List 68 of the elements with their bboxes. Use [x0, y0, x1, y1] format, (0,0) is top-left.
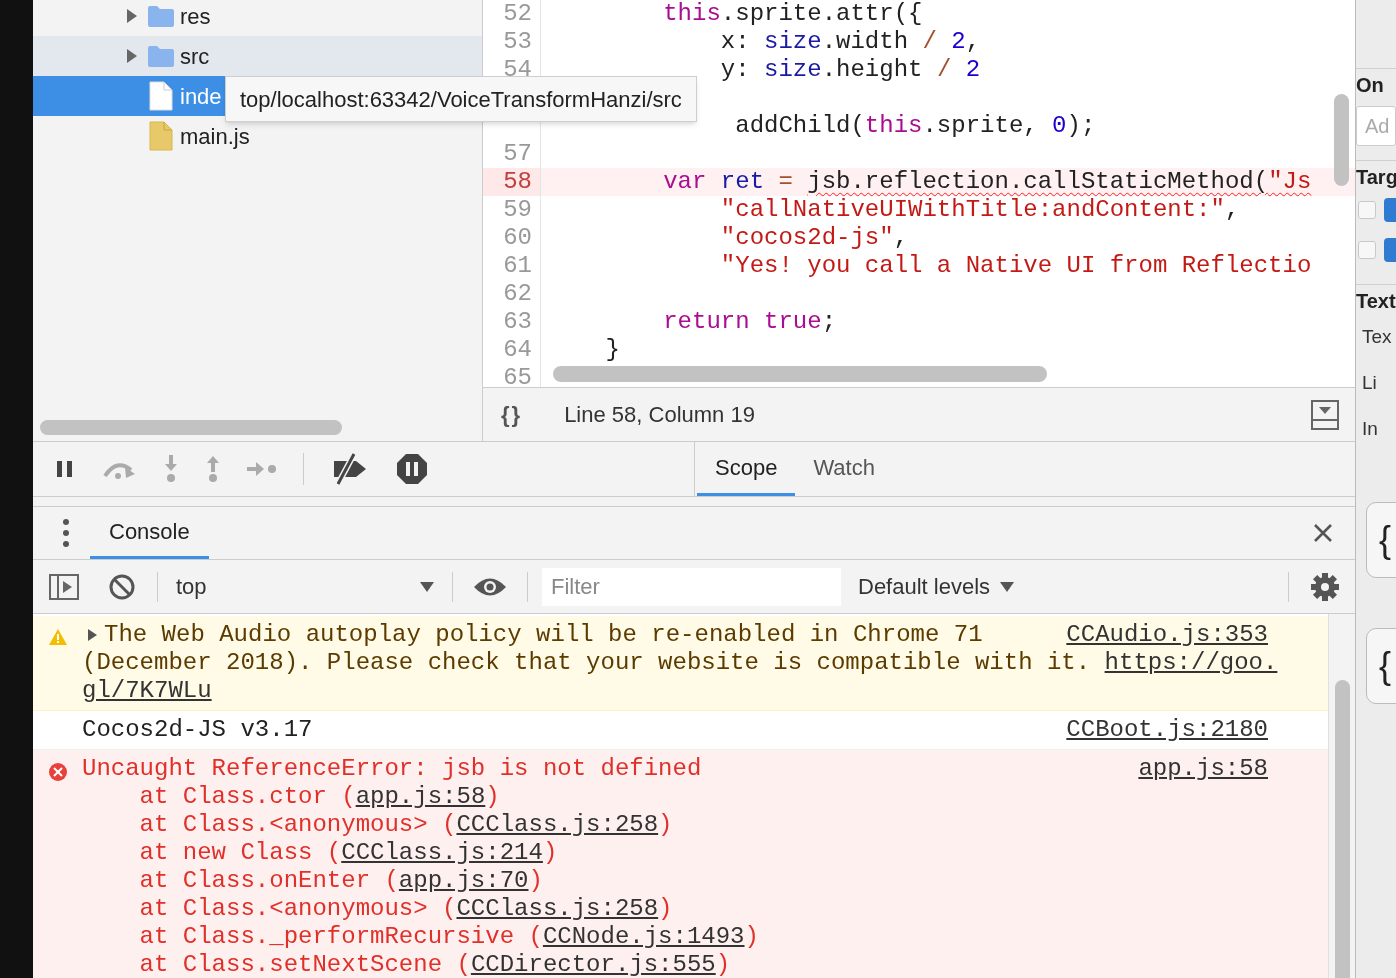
code-text: .sprite,	[922, 112, 1039, 139]
message-text: The Web Audio autoplay policy will be re-enabled in Chrome 71	[104, 620, 983, 650]
message-text: )	[658, 810, 673, 840]
code-text: ,	[1224, 196, 1240, 223]
line-number: 57	[503, 140, 532, 168]
message-text: at Class.<anonymous> (	[138, 810, 457, 840]
code-text: }	[604, 336, 620, 363]
line-number: 62	[503, 280, 532, 308]
code-text: .height	[821, 56, 924, 83]
code-text: return true	[662, 308, 822, 335]
cursor-position: Line 58, Column 19	[564, 401, 755, 430]
line-number: 59	[503, 196, 532, 224]
code-text: "Yes! you call a Native UI from Reflectio	[719, 252, 1312, 279]
message-text: at Class.setNextScene (	[138, 950, 471, 978]
code-text: 2	[965, 56, 981, 83]
code-text: var	[662, 168, 708, 195]
code-text: y:	[719, 56, 751, 83]
property-label: In	[1361, 416, 1379, 441]
message-text: )	[744, 922, 759, 952]
message-text: at Class._performRecursive (	[138, 922, 543, 952]
code-text: ret	[720, 168, 766, 195]
message-text: Cocos2d-JS v3.17	[82, 715, 313, 745]
line-number: 58	[503, 168, 532, 196]
code-text: "callNativeUIWithTitle:andContent:"	[719, 196, 1225, 223]
code-text: ,	[893, 224, 909, 251]
property-label: Tex	[1361, 324, 1393, 349]
url-tooltip: top/localhost:63342/VoiceTransformHanzi/src	[225, 76, 697, 122]
code-text: /	[922, 28, 938, 55]
message-text: )	[658, 894, 673, 924]
line-number: 64	[503, 336, 532, 364]
code-text: ;	[821, 308, 837, 335]
message-text: (December 2018). Please check that your website is compatible with it.	[82, 648, 1092, 678]
message-text: )	[715, 950, 731, 978]
code-text: =	[778, 168, 794, 195]
code-text: );	[1066, 112, 1096, 139]
code-text: ,	[965, 28, 981, 55]
line-number: 52	[503, 0, 532, 28]
code-text: "Js	[1268, 168, 1312, 195]
code-text: jsb.reflection.callStaticMethod(	[807, 168, 1269, 195]
code-text: "cocos2d-js"	[719, 224, 894, 251]
code-text: this	[662, 0, 721, 27]
code-text: this	[864, 112, 923, 139]
section-heading: On	[1356, 68, 1396, 98]
line-number: 63	[503, 308, 532, 336]
line-number: 60	[503, 224, 532, 252]
code-text: 0	[1052, 112, 1067, 139]
line-number: 61	[503, 252, 532, 280]
code-text: size	[764, 56, 822, 83]
line-number: 65	[503, 364, 532, 388]
code-text: addChild(	[734, 112, 865, 139]
code-text: /	[936, 56, 953, 83]
message-text: at Class.<anonymous> (	[138, 894, 457, 924]
message-text: at Class.ctor (	[138, 782, 356, 812]
message-text: )	[485, 782, 500, 812]
message-text: )	[528, 866, 543, 896]
code-text: 2	[951, 28, 966, 55]
message-text: at new Class (	[138, 838, 342, 868]
code-text: x:	[719, 28, 751, 55]
section-heading: Targ	[1356, 160, 1396, 190]
code-text: .sprite.attr({	[720, 0, 923, 27]
message-text: Uncaught ReferenceError: jsb is not defined	[82, 754, 702, 784]
code-text: size	[764, 28, 822, 55]
property-label: Li	[1361, 370, 1378, 395]
section-heading: Text	[1356, 284, 1396, 314]
line-number: 53	[503, 28, 532, 56]
message-text: at Class.onEnter (	[138, 866, 399, 896]
code-text: .width	[821, 28, 910, 55]
message-text: )	[542, 838, 558, 868]
